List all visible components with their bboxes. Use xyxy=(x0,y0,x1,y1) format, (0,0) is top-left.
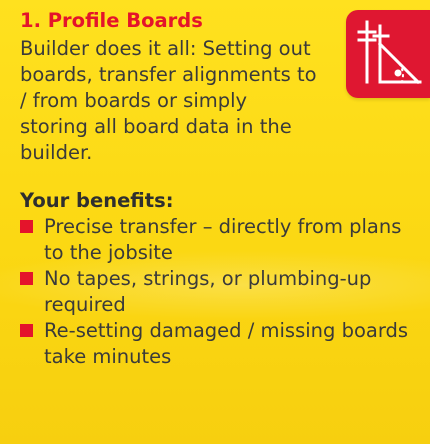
benefit-text: No tapes, strings, or plumbing-up requir… xyxy=(44,267,372,316)
profile-boards-card: 1. Profile Boards Builder does it all: S… xyxy=(0,0,430,444)
benefit-text: Re-setting damaged / missing boards take… xyxy=(44,319,409,368)
red-square-bullet-icon xyxy=(20,324,33,337)
benefit-item: Precise transfer – directly from plans t… xyxy=(20,214,415,266)
benefits-heading: Your benefits: xyxy=(20,189,174,212)
benefit-item: Re-setting damaged / missing boards take… xyxy=(20,318,415,370)
benefit-item: No tapes, strings, or plumbing-up requir… xyxy=(20,266,415,318)
red-square-bullet-icon xyxy=(20,272,33,285)
benefit-text: Precise transfer – directly from plans t… xyxy=(44,215,402,264)
card-content: 1. Profile Boards Builder does it all: S… xyxy=(20,8,415,370)
card-title: 1. Profile Boards xyxy=(20,9,203,32)
red-square-bullet-icon xyxy=(20,220,33,233)
intro-paragraph: Builder does it all: Setting out boards,… xyxy=(20,37,317,164)
benefits-list: Precise transfer – directly from plans t… xyxy=(20,214,415,370)
